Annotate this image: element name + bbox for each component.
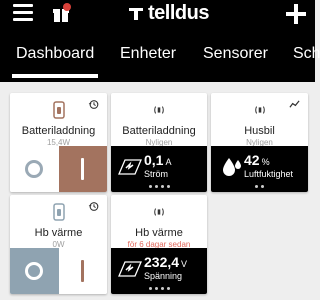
off-button[interactable] [10,248,59,294]
sensor-value: 232,4 [144,254,180,270]
sensor-value-panel[interactable]: 0,1 A Ström [111,146,207,192]
tab-dashboard[interactable]: Dashboard [11,38,99,82]
sensor-type-label: Spänning [144,271,183,281]
device-name: Batteriladdning [21,125,96,137]
sensor-name: Husbil [244,125,275,137]
sensor-card[interactable]: Husbil Nyligen 42% Luftfuktighet [211,93,308,192]
on-button[interactable] [58,248,107,294]
telldus-logo: telldus [128,2,209,24]
device-card[interactable]: Batteriladdning 15,4W [10,93,107,192]
tab-sensorer[interactable]: Sensorer [203,38,268,82]
device-card[interactable]: Hb värme 0W [10,195,107,294]
menu-icon[interactable] [13,4,33,22]
telldus-logo-icon [129,8,143,20]
app-header: telldus Dashboard Enheter Sensorer Sch [0,0,320,82]
sensor-name: Hb värme [135,227,183,239]
history-icon[interactable] [88,201,99,212]
meter-icon [118,159,142,175]
sensor-value-panel[interactable]: 232,4 V Spänning [111,248,207,294]
tab-enheter[interactable]: Enheter [120,38,176,82]
on-icon [81,260,85,282]
sensor-value: 0,1 [144,152,164,168]
sensor-type-label: Luftfuktighet [244,169,294,179]
sensor-reading: 0,1 A [144,152,171,168]
sensor-card[interactable]: Batteriladdning Nyligen 0,1 A Ström [111,93,207,192]
sensor-name: Batteriladdning [122,125,196,137]
page-indicator [211,185,308,188]
off-button[interactable] [10,146,59,192]
sensor-value-panel[interactable]: 42% Luftfuktighet [211,146,308,192]
history-icon[interactable] [88,99,99,110]
plug-device-icon [52,203,65,221]
sensor-reading: 42% [244,152,270,168]
add-icon[interactable] [284,2,308,26]
sensor-type-label: Ström [144,169,169,179]
on-button[interactable] [58,146,107,192]
off-icon [25,262,44,280]
plug-device-icon [52,101,65,119]
page-indicator [111,287,207,290]
sensor-unit: V [181,259,188,269]
wireless-sensor-icon [154,208,164,216]
trend-icon[interactable] [289,99,300,110]
on-off-control [10,146,107,192]
sensor-value: 42 [244,152,260,168]
sensor-reading: 232,4 V [144,254,187,270]
gift-icon[interactable] [52,3,72,23]
page-indicator [111,185,207,188]
wireless-sensor-icon [154,106,164,114]
tab-bar: Dashboard Enheter Sensorer Sch [0,38,320,82]
sensor-card[interactable]: Hb värme för 6 dagar sedan 232,4 V Spänni… [111,195,207,294]
tab-schemalaggning[interactable]: Sch [293,38,320,82]
sensor-unit: A [165,157,172,167]
sensor-unit: % [261,157,270,167]
wireless-sensor-icon [254,106,265,114]
on-icon [81,158,85,180]
meter-icon [118,261,142,277]
off-icon [25,160,44,178]
on-off-control [10,248,107,294]
droplets-icon [223,158,241,176]
device-name: Hb värme [34,227,83,239]
brand-name: telldus [148,1,209,24]
